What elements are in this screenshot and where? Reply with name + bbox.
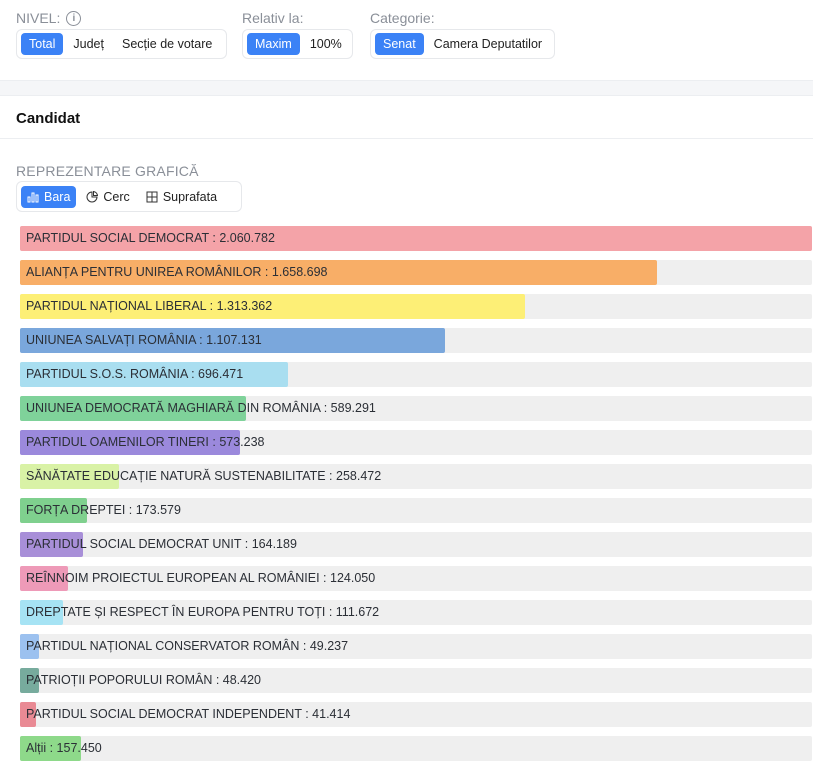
bar-row[interactable]: PATRIOȚII POPORULUI ROMÂN : 48.420 [20,668,812,693]
bar-label: PARTIDUL NAȚIONAL LIBERAL : 1.313.362 [26,299,273,313]
bar-row[interactable]: PARTIDUL S.O.S. ROMÂNIA : 696.471 [20,362,812,387]
nivel-option-judet[interactable]: Județ [65,33,112,55]
bar-label: DREPTATE ȘI RESPECT ÎN EUROPA PENTRU TOȚ… [26,605,380,619]
bar-chart-icon [27,192,39,202]
bar-label: FORȚA DREPTEI : 173.579 [26,503,181,517]
chart-type-cerc-label: Cerc [103,189,130,204]
nivel-segmented: Total Județ Secție de votare [16,29,227,59]
categorie-option-senat[interactable]: Senat [375,33,424,55]
bar-row[interactable]: DREPTATE ȘI RESPECT ÎN EUROPA PENTRU TOȚ… [20,600,812,625]
bar-row[interactable]: PARTIDUL SOCIAL DEMOCRAT : 2.060.782 [20,226,812,251]
bar-row[interactable]: PARTIDUL SOCIAL DEMOCRAT UNIT : 164.189 [20,532,812,557]
bar-row[interactable]: PARTIDUL NAȚIONAL CONSERVATOR ROMÂN : 49… [20,634,812,659]
bar-chart: PARTIDUL SOCIAL DEMOCRAT : 2.060.782 ALIA… [20,226,812,770]
filters-bar: NIVEL: i Total Județ Secție de votare Re… [0,0,813,80]
bar-label: PATRIOȚII POPORULUI ROMÂN : 48.420 [26,673,262,687]
bar-row[interactable]: UNIUNEA SALVAȚI ROMÂNIA : 1.107.131 [20,328,812,353]
chart-type-switch: Bara Cerc Suprafata [16,181,242,212]
info-icon[interactable]: i [66,10,82,26]
bar-label: ALIANȚA PENTRU UNIREA ROMÂNILOR : 1.658.… [26,265,328,279]
bar-label: PARTIDUL S.O.S. ROMÂNIA : 696.471 [26,367,244,381]
nivel-option-total[interactable]: Total [21,33,64,55]
nivel-filter: NIVEL: i Total Județ Secție de votare [16,9,227,59]
area-chart-icon [146,191,158,202]
relativ-label: Relativ la: [242,10,304,26]
section-rule [0,138,813,139]
chart-type-bara[interactable]: Bara [21,185,77,208]
bar-row[interactable]: REÎNNOIM PROIECTUL EUROPEAN AL ROMÂNIEI … [20,566,812,591]
relativ-filter: Relativ la: Maxim 100% [242,9,353,59]
bar-row[interactable]: FORȚA DREPTEI : 173.579 [20,498,812,523]
bar-label: Alții : 157.450 [26,741,102,755]
bar-row[interactable]: Alții : 157.450 [20,736,812,761]
relativ-option-maxim[interactable]: Maxim [247,33,300,55]
relativ-segmented: Maxim 100% [242,29,353,59]
categorie-label: Categorie: [370,10,435,26]
bar-label: PARTIDUL SOCIAL DEMOCRAT INDEPENDENT : 4… [26,707,351,721]
pie-chart-icon [86,190,99,202]
bar-label: UNIUNEA DEMOCRATĂ MAGHIARĂ DIN ROMÂNIA :… [26,401,376,415]
nivel-label: NIVEL: [16,10,61,26]
chart-type-cerc[interactable]: Cerc [80,186,135,208]
chart-type-suprafata[interactable]: Suprafata [140,186,223,208]
bar-row[interactable]: PARTIDUL SOCIAL DEMOCRAT INDEPENDENT : 4… [20,702,812,727]
chart-type-bara-label: Bara [44,189,71,204]
bar-label: SĂNĂTATE EDUCAȚIE NATURĂ SUSTENABILITATE… [26,469,382,483]
categorie-filter: Categorie: Senat Camera Deputatilor [370,9,555,59]
representation-label: REPREZENTARE GRAFICĂ [16,163,199,179]
bar-label: UNIUNEA SALVAȚI ROMÂNIA : 1.107.131 [26,333,262,347]
chart-type-suprafata-label: Suprafata [162,189,218,204]
categorie-option-camera[interactable]: Camera Deputatilor [426,33,550,55]
section-divider [0,80,813,96]
relativ-option-100[interactable]: 100% [302,33,350,55]
bar-row[interactable]: ALIANȚA PENTRU UNIREA ROMÂNILOR : 1.658.… [20,260,812,285]
bar-row[interactable]: UNIUNEA DEMOCRATĂ MAGHIARĂ DIN ROMÂNIA :… [20,396,812,421]
nivel-option-sectie[interactable]: Secție de votare [114,33,220,55]
bar-label: PARTIDUL SOCIAL DEMOCRAT : 2.060.782 [26,231,275,245]
bar-row[interactable]: PARTIDUL NAȚIONAL LIBERAL : 1.313.362 [20,294,812,319]
bar-label: PARTIDUL NAȚIONAL CONSERVATOR ROMÂN : 49… [26,639,349,653]
bar-label: REÎNNOIM PROIECTUL EUROPEAN AL ROMÂNIEI … [26,571,376,585]
categorie-segmented: Senat Camera Deputatilor [370,29,555,59]
section-title: Candidat [16,110,81,127]
bar-label: PARTIDUL SOCIAL DEMOCRAT UNIT : 164.189 [26,537,297,551]
bar-label: PARTIDUL OAMENILOR TINERI : 573.238 [26,435,265,449]
bar-row[interactable]: SĂNĂTATE EDUCAȚIE NATURĂ SUSTENABILITATE… [20,464,812,489]
bar-row[interactable]: PARTIDUL OAMENILOR TINERI : 573.238 [20,430,812,455]
